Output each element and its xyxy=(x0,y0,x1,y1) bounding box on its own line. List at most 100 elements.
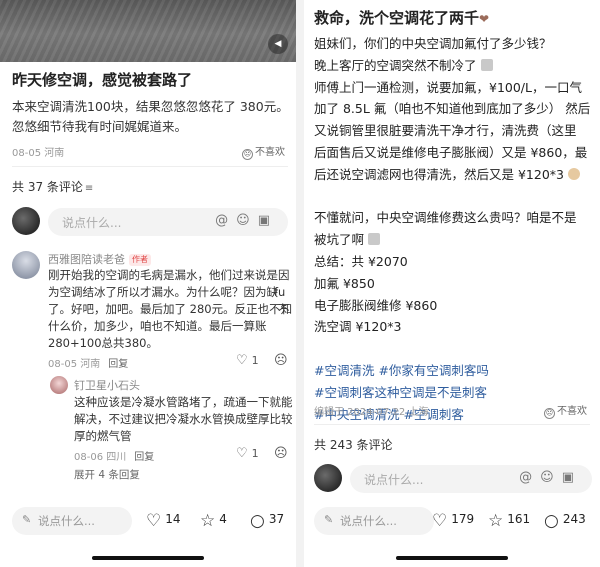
body-line: 又说铜管里很脏要清洗干净才行，清洗费（这里 xyxy=(314,123,577,139)
comment-like-button[interactable]: ♡ 1 xyxy=(236,353,259,368)
reply-author[interactable]: 钉卫星小石头 xyxy=(74,377,140,393)
dislike-button[interactable]: ☹ 不喜欢 xyxy=(242,143,285,160)
comment-input[interactable]: 说点什么... @☺▣ xyxy=(48,208,288,236)
comment-button[interactable]: ○ 243 xyxy=(544,511,586,531)
left-post-panel: ◀ 昨天修空调，感觉被套路了 本来空调清洗100块，结果忽悠忽悠花了 380元。… xyxy=(0,0,296,567)
summary-line: 总结：共 ¥2070 xyxy=(314,253,408,269)
reply-button[interactable]: 回复 xyxy=(108,359,128,370)
post-date-location: 08-05 河南 xyxy=(12,148,65,159)
favorite-button[interactable]: ☆ 4 xyxy=(200,511,227,531)
pencil-icon: ✎ xyxy=(22,513,32,526)
broken-heart-emoji: ❤ xyxy=(479,12,490,26)
comment-count: 37 xyxy=(268,512,285,526)
reply-line-3: 厚的燃气管 xyxy=(74,429,132,443)
comment-input[interactable]: 说点什么... @☺▣ xyxy=(350,465,592,493)
favorite-count: 161 xyxy=(507,512,531,526)
body-line: 姐妹们，你们的中央空调加氟付了多少钱？ xyxy=(314,36,552,51)
dislike-label: 不喜欢 xyxy=(255,147,285,158)
comments-count: 共 37 条评论 ≡ xyxy=(12,178,93,195)
comment-line-1: 刚开始我的空调的毛病是漏水，他们过来说是因 xyxy=(48,268,290,282)
thumb-down-icon: ☹ xyxy=(274,446,288,461)
body-line: 师傅上门一通检测，说要加氟，¥100/L，一口气 xyxy=(314,79,582,95)
comment-line-3: 了。好吧，加吧。最后加了 280元。反正也不知 xyxy=(48,302,293,316)
bottom-comment-input[interactable]: ✎ 说点什么... xyxy=(12,507,132,535)
hashtag-line[interactable]: #空调清洗 #你家有空调刺客吗 xyxy=(314,360,597,382)
comment-line-2: 为空调结冰了所以才漏水。为什么呢？因为缺 xyxy=(48,285,278,299)
bottom-input-placeholder: 说点什么... xyxy=(38,514,95,528)
right-post-panel: 救命，洗个空调花了两千❤ 姐妹们，你们的中央空调加氟付了多少钱？ 晚上客厅的空调… xyxy=(304,0,600,567)
reply-meta: 08-06 四川 回复 xyxy=(74,448,154,463)
comment-meta: 08-05 河南 回复 xyxy=(48,355,128,370)
body-line: 不懂就问，中央空调维修费这么贵吗？咱是不是 xyxy=(314,210,577,226)
reply-avatar[interactable] xyxy=(50,376,68,394)
input-tools: @☺▣ xyxy=(519,470,582,485)
pencil-icon: ✎ xyxy=(324,513,334,526)
post-edited-meta: 编辑于 2024-07-22 上海 xyxy=(314,407,429,418)
mention-icon[interactable]: @ xyxy=(215,213,236,228)
divider xyxy=(296,0,304,567)
summary-line: 洗空调 ¥120*3 xyxy=(314,319,402,335)
emoji-icon[interactable]: ☺ xyxy=(236,213,258,228)
my-avatar xyxy=(314,464,342,492)
image-icon[interactable]: ▣ xyxy=(562,470,582,485)
input-tools: @☺▣ xyxy=(215,213,278,228)
favorite-count: 4 xyxy=(219,512,227,526)
like-button[interactable]: ♡ 14 xyxy=(146,511,181,531)
comment-author-name: 西雅图陪读老爸 xyxy=(48,253,125,266)
comment-input-placeholder: 说点什么... xyxy=(62,216,122,230)
comment-count: 243 xyxy=(562,512,586,526)
body-line-text: 晚上客厅的空调突然不制冷了 xyxy=(314,57,477,73)
comments-count: 共 243 条评论 xyxy=(314,438,393,452)
heart-icon: ♡ xyxy=(236,446,248,461)
comment-overflow-char: fu xyxy=(274,285,286,299)
reply-line-2: 解决，不过建议把冷凝水水管换成壁厚比较 xyxy=(74,412,293,426)
bottom-action-bar: ✎ 说点什么... ♡ 179 ☆ 161 ○ 243 xyxy=(304,499,600,543)
reply-like-button[interactable]: ♡ 1 xyxy=(236,446,259,461)
comment-line-4: 什么价，加多少，咱也不知道。最后一算账 xyxy=(48,319,267,333)
heart-icon: ♡ xyxy=(236,353,248,368)
star-icon: ☆ xyxy=(488,511,504,531)
comment-bubble-icon: ○ xyxy=(250,511,265,531)
heart-icon: ♡ xyxy=(146,511,162,531)
body-line: 晚上客厅的空调突然不制冷了 xyxy=(314,55,597,77)
author-badge: 作者 xyxy=(129,254,151,266)
emoji-icon[interactable]: ☺ xyxy=(540,470,562,485)
bottom-comment-input[interactable]: ✎ 说点什么... xyxy=(314,507,434,535)
divider xyxy=(314,424,590,425)
favorite-button[interactable]: ☆ 161 xyxy=(488,511,530,531)
comment-date-location: 08-05 河南 xyxy=(48,359,101,370)
my-avatar xyxy=(12,207,40,235)
hashtag-line[interactable]: #空调刺客这种空调是不是刺客 xyxy=(314,382,597,404)
body-line-text: 后还说空调滤网也得清洗，然后又是 ¥120*3 xyxy=(314,166,564,182)
share-icon[interactable]: ◀ xyxy=(268,34,288,54)
star-icon: ☆ xyxy=(200,511,216,531)
dislike-button[interactable]: ☹ 不喜欢 xyxy=(544,402,587,419)
divider xyxy=(12,166,288,167)
reply-button[interactable]: 回复 xyxy=(134,452,154,463)
dislike-icon: ☹ xyxy=(544,408,555,419)
body-line-text: 被坑了啊 xyxy=(314,232,365,248)
dislike-icon: ☹ xyxy=(242,149,253,160)
like-button[interactable]: ♡ 179 xyxy=(432,511,474,531)
comment-author[interactable]: 西雅图陪读老爸 作者 xyxy=(48,251,151,267)
mention-icon[interactable]: @ xyxy=(519,470,540,485)
home-indicator[interactable] xyxy=(92,556,204,560)
post-title-text: 救命，洗个空调花了两千 xyxy=(314,9,480,27)
comment-bubble-icon: ○ xyxy=(544,511,559,531)
post-body-line-1: 本来空调清洗100块，结果忽悠忽悠花了 380元。 xyxy=(12,99,289,114)
like-count: 14 xyxy=(165,512,181,526)
filter-icon[interactable]: ≡ xyxy=(85,183,93,194)
reply-dislike-button[interactable]: ☹ xyxy=(274,446,292,461)
image-icon[interactable]: ▣ xyxy=(258,213,278,228)
comment-button[interactable]: ○ 37 xyxy=(250,511,284,531)
body-line: 被坑了啊 xyxy=(314,229,597,251)
post-title: 昨天修空调，感觉被套路了 xyxy=(12,71,193,89)
comment-dislike-button[interactable]: ☹ xyxy=(274,353,292,368)
home-indicator[interactable] xyxy=(396,556,508,560)
bottom-action-bar: ✎ 说点什么... ♡ 14 ☆ 4 ○ 37 xyxy=(0,499,296,543)
expand-replies-link[interactable]: 展开 4 条回复 xyxy=(74,467,140,482)
reply-line-1: 这种应该是冷凝水管路堵了，疏通一下就能 xyxy=(74,395,293,409)
body-line: 后还说空调滤网也得清洗，然后又是 ¥120*3 xyxy=(314,164,597,186)
commenter-avatar[interactable] xyxy=(12,251,40,279)
